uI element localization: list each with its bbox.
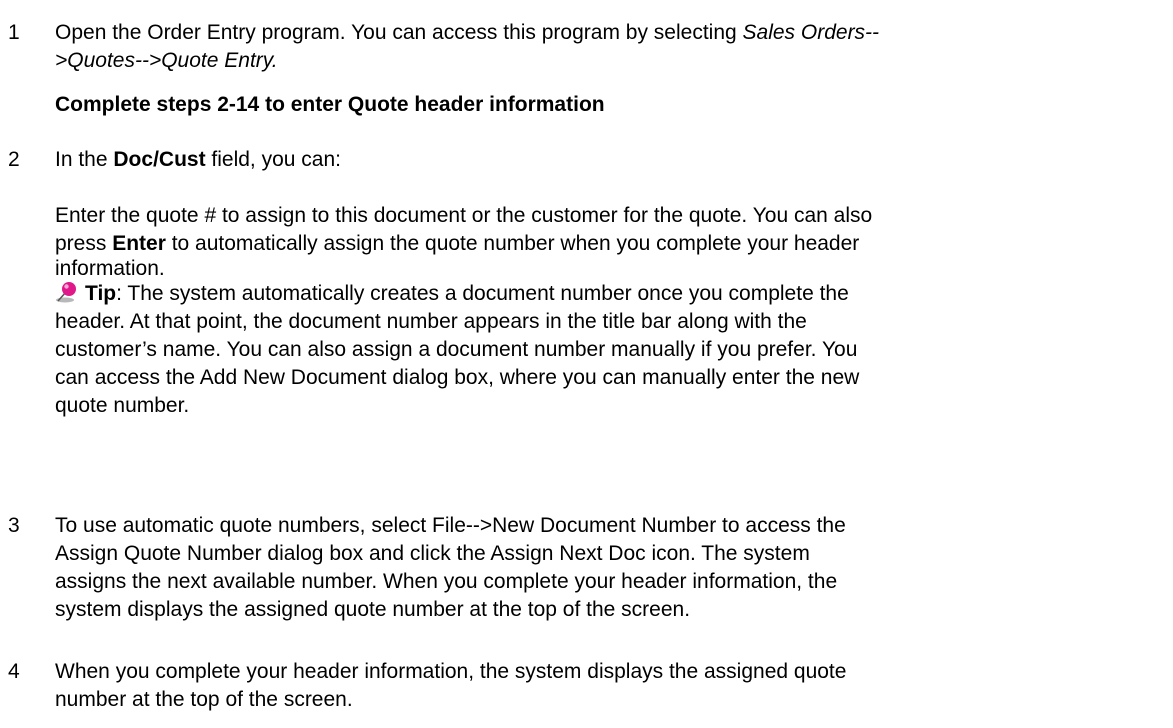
step-text: Open the Order Entry program. You can ac… [55, 19, 1155, 47]
field-name: Doc/Cust [113, 148, 206, 171]
step-text-plain: Open the Order Entry program. You can ac… [55, 21, 743, 44]
tip-line: Tip: The system automatically creates a … [55, 280, 1155, 308]
tip-line: quote number. [55, 394, 190, 417]
step-text: system displays the assigned quote numbe… [55, 598, 691, 621]
pushpin-icon [56, 282, 76, 303]
step-number: 3 [8, 514, 20, 537]
step-text: assigns the next available number. When … [55, 570, 838, 593]
step-text: When you complete your header informatio… [55, 660, 847, 683]
tip-label: Tip [85, 282, 117, 305]
step-text: Enter the quote # to assign to this docu… [55, 204, 873, 227]
tip-line: header. At that point, the document numb… [55, 310, 807, 333]
menu-path: >Quotes-->Quote Entry. [55, 49, 278, 72]
step-body: When you complete your header informatio… [55, 658, 1155, 714]
step-number: 4 [8, 660, 20, 683]
section-subheading: Complete steps 2-14 to enter Quote heade… [55, 93, 605, 116]
tip-line: can access the Add New Document dialog b… [55, 366, 860, 389]
step-number: 1 [8, 21, 20, 44]
step-body: To use automatic quote numbers, select F… [55, 512, 1155, 624]
step-text: number at the top of the screen. [55, 688, 353, 711]
step-text: Assign Quote Number dialog box and click… [55, 542, 810, 565]
step-text: >Quotes-->Quote Entry. [55, 47, 1155, 75]
step-text: To use automatic quote numbers, select F… [55, 514, 846, 537]
step-body: Open the Order Entry program. You can ac… [55, 19, 1155, 119]
step-number: 2 [8, 148, 20, 171]
menu-path: Sales Orders-- [742, 21, 880, 44]
key-name: Enter [112, 232, 166, 255]
step-body: In the Doc/Cust field, you can: Enter th… [55, 146, 1155, 420]
step-text: information. [55, 257, 165, 280]
step-text: In the Doc/Cust field, you can: [55, 148, 341, 171]
tip-line: customer’s name. You can also assign a d… [55, 338, 858, 361]
step-text: press Enter to automatically assign the … [55, 232, 860, 255]
